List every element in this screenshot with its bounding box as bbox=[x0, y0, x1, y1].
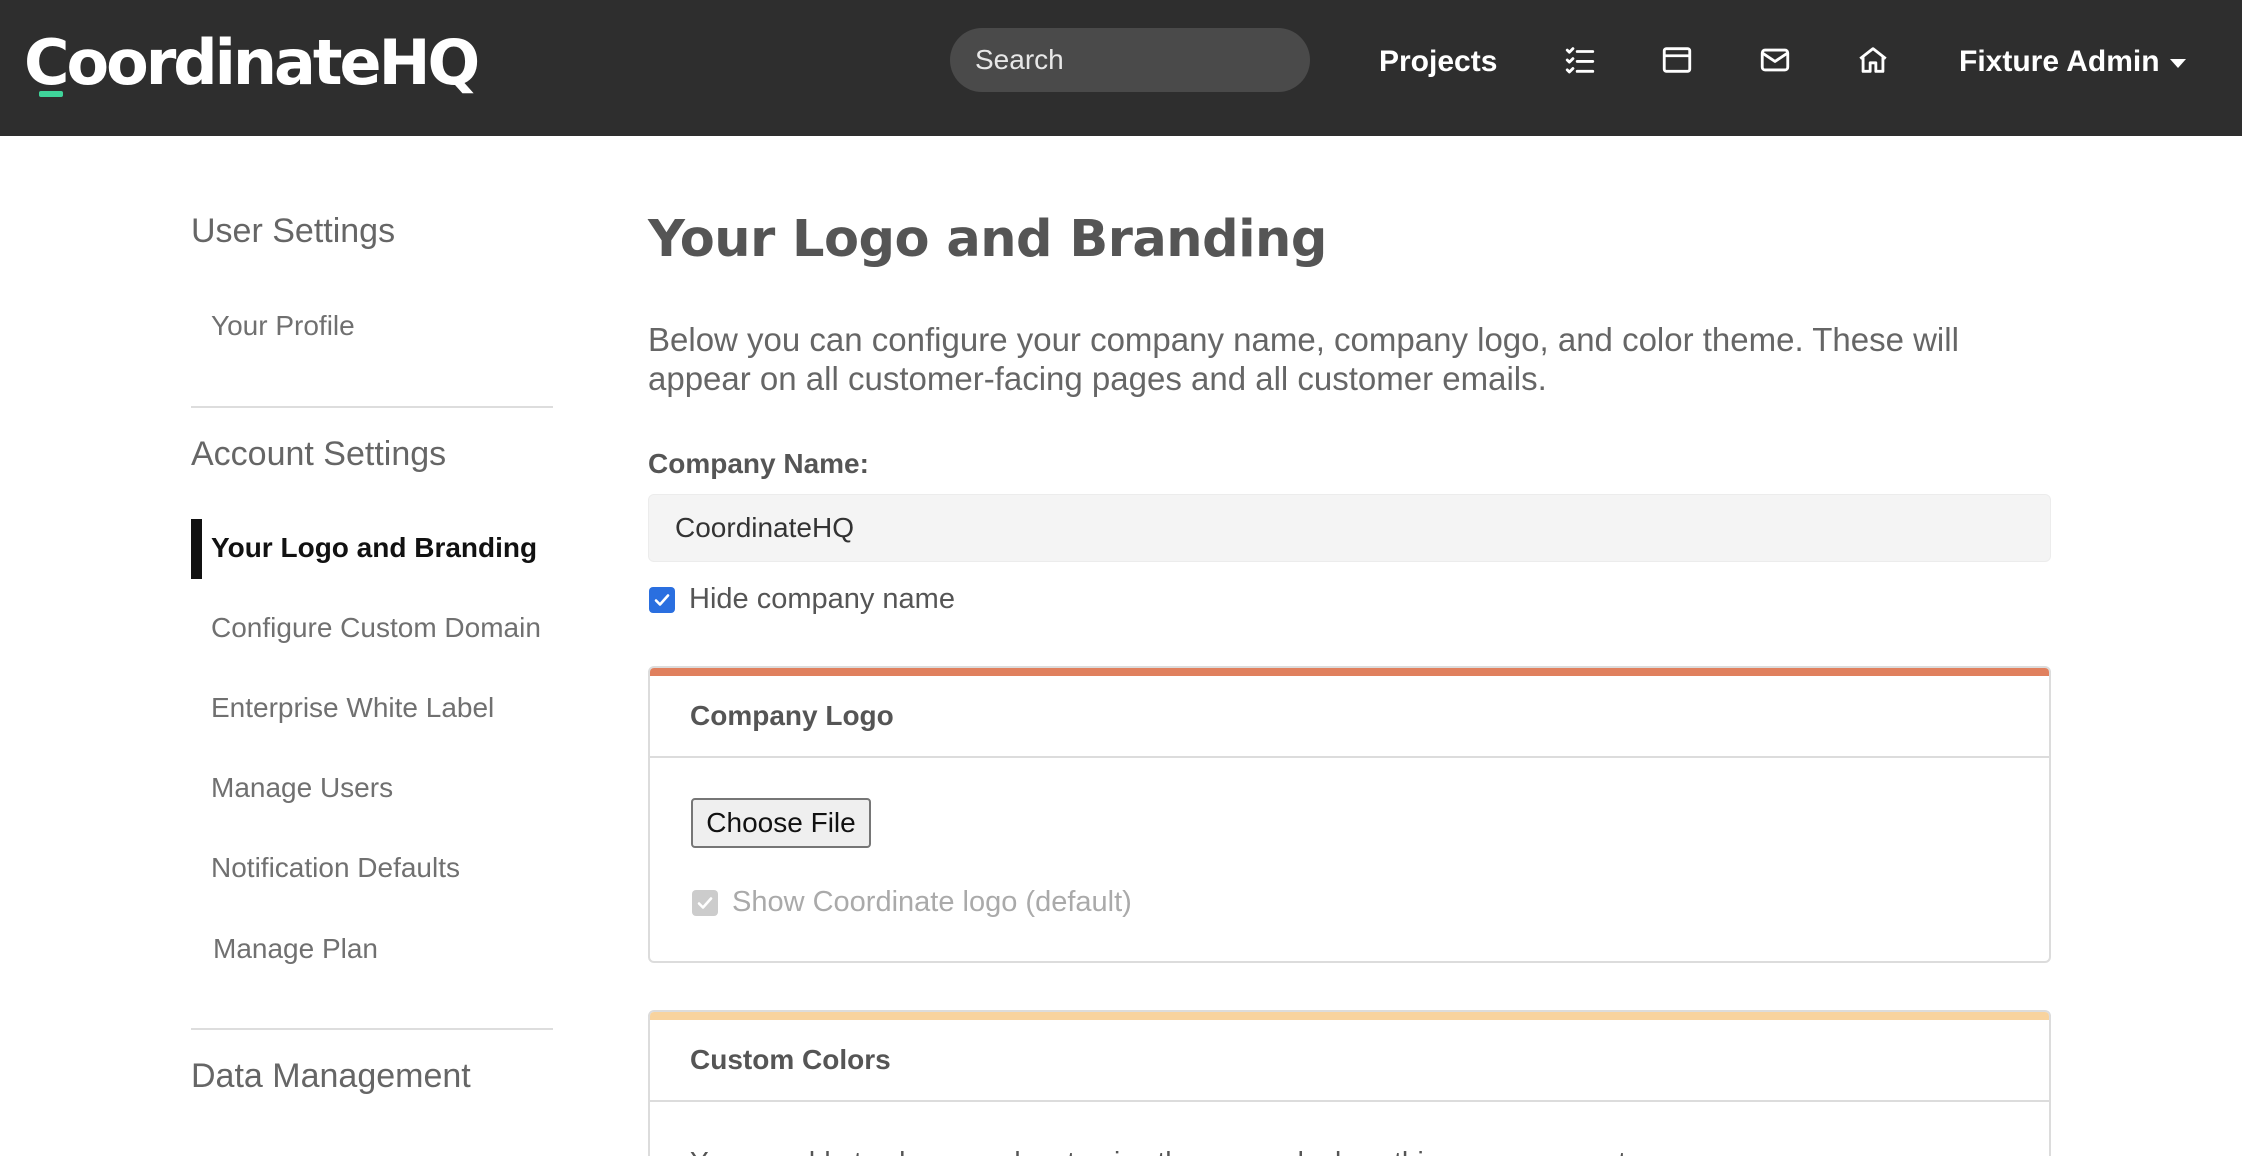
choose-file-button[interactable]: Choose File bbox=[691, 798, 871, 848]
custom-colors-card: Custom Colors You are able to change col… bbox=[648, 1010, 2051, 1156]
projects-link[interactable]: Projects bbox=[1379, 30, 1497, 94]
user-menu-dropdown[interactable]: Fixture Admin bbox=[1959, 30, 2186, 94]
hide-company-name-checkbox[interactable] bbox=[649, 587, 675, 613]
sidebar-active-indicator bbox=[191, 519, 202, 579]
sidebar-heading-user-settings: User Settings bbox=[191, 212, 396, 250]
card-accent-bar bbox=[650, 1012, 2049, 1020]
company-name-field[interactable]: CoordinateHQ bbox=[648, 494, 2051, 562]
show-default-logo-label: Show Coordinate logo (default) bbox=[732, 886, 1132, 918]
card-header-divider bbox=[650, 1100, 2049, 1102]
sidebar-heading-data-management: Data Management bbox=[191, 1057, 471, 1095]
sidebar-heading-account-settings: Account Settings bbox=[191, 435, 447, 473]
top-nav-bar: CoordinateHQ Search Projects Fixture Adm… bbox=[0, 0, 2242, 136]
custom-colors-description: You are able to change colors to give th… bbox=[690, 1146, 1648, 1156]
sidebar-item-notification-defaults[interactable]: Notification Defaults bbox=[211, 852, 460, 884]
user-name: Fixture Admin bbox=[1959, 45, 2160, 78]
sidebar-item-logo-branding[interactable]: Your Logo and Branding bbox=[211, 532, 537, 564]
sidebar-divider bbox=[191, 1028, 553, 1030]
sidebar-item-manage-plan[interactable]: Manage Plan bbox=[213, 933, 378, 965]
card-accent-bar bbox=[650, 668, 2049, 676]
home-icon[interactable] bbox=[1853, 40, 1893, 80]
hide-company-name-label: Hide company name bbox=[689, 583, 955, 615]
chevron-down-icon bbox=[2169, 58, 2186, 68]
show-default-logo-checkbox bbox=[692, 890, 718, 916]
logo-accent-mark bbox=[39, 91, 63, 97]
card-header-divider bbox=[650, 756, 2049, 758]
sidebar-item-white-label[interactable]: Enterprise White Label bbox=[211, 692, 494, 724]
custom-colors-card-title: Custom Colors bbox=[690, 1044, 891, 1075]
checkmark-icon bbox=[654, 594, 670, 606]
app-logo[interactable]: CoordinateHQ bbox=[24, 20, 480, 104]
sidebar-item-custom-domain[interactable]: Configure Custom Domain bbox=[211, 612, 541, 644]
page-intro-text: Below you can configure your company nam… bbox=[648, 321, 1959, 397]
checklist-icon[interactable] bbox=[1560, 40, 1600, 80]
sidebar-item-manage-users[interactable]: Manage Users bbox=[211, 772, 393, 804]
sidebar-item-your-profile[interactable]: Your Profile bbox=[211, 310, 355, 342]
search-input[interactable]: Search bbox=[950, 28, 1310, 92]
company-logo-card-title: Company Logo bbox=[690, 700, 894, 731]
sidebar-divider bbox=[191, 406, 553, 408]
calendar-window-icon[interactable] bbox=[1657, 40, 1697, 80]
company-logo-card: Company Logo Choose File Show Coordinate… bbox=[648, 666, 2051, 963]
mail-icon[interactable] bbox=[1755, 40, 1795, 80]
company-name-label: Company Name: bbox=[648, 448, 869, 479]
page-title: Your Logo and Branding bbox=[648, 210, 1327, 269]
checkmark-icon bbox=[697, 897, 713, 909]
